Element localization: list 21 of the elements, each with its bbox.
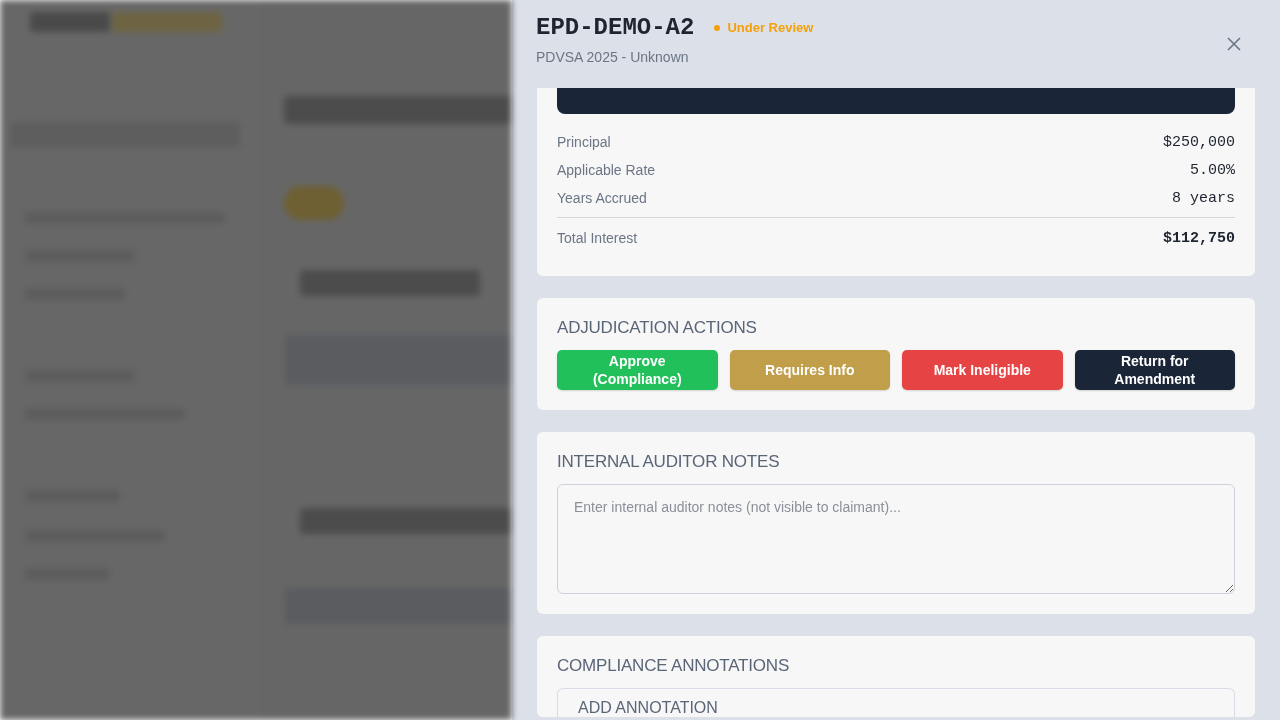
- total-value: $112,750: [1163, 229, 1235, 247]
- section-heading: INTERNAL AUDITOR NOTES: [557, 452, 781, 472]
- close-icon[interactable]: [1226, 36, 1242, 52]
- row-label: Applicable Rate: [557, 162, 656, 178]
- action-button[interactable]: Approve (Compliance): [557, 350, 718, 390]
- total-label: Total Interest: [557, 230, 638, 246]
- row-value: 8 years: [1172, 189, 1235, 207]
- section-heading: COMPLIANCE ANNOTATIONS: [557, 656, 791, 676]
- row-label: Years Accrued: [557, 190, 647, 206]
- action-button[interactable]: Mark Ineligible: [902, 350, 1063, 390]
- row-value: 5.00%: [1190, 161, 1235, 179]
- row-label: Principal: [557, 134, 611, 150]
- action-button[interactable]: Requires Info: [729, 350, 890, 390]
- status-label: Under Review: [727, 20, 814, 35]
- claim-subtitle: PDVSA 2025 - Unknown: [536, 49, 689, 65]
- panel-heading: ADD ANNOTATION: [578, 699, 718, 717]
- action-button[interactable]: Return for Amendment: [1074, 350, 1235, 390]
- row-value: $250,000: [1163, 133, 1235, 151]
- claim-title: EPD-DEMO-A2: [536, 14, 695, 41]
- section-heading: ADJUDICATION ACTIONS: [557, 318, 758, 338]
- notes-field[interactable]: Enter internal auditor notes (not visible to claimant)...: [557, 484, 1235, 594]
